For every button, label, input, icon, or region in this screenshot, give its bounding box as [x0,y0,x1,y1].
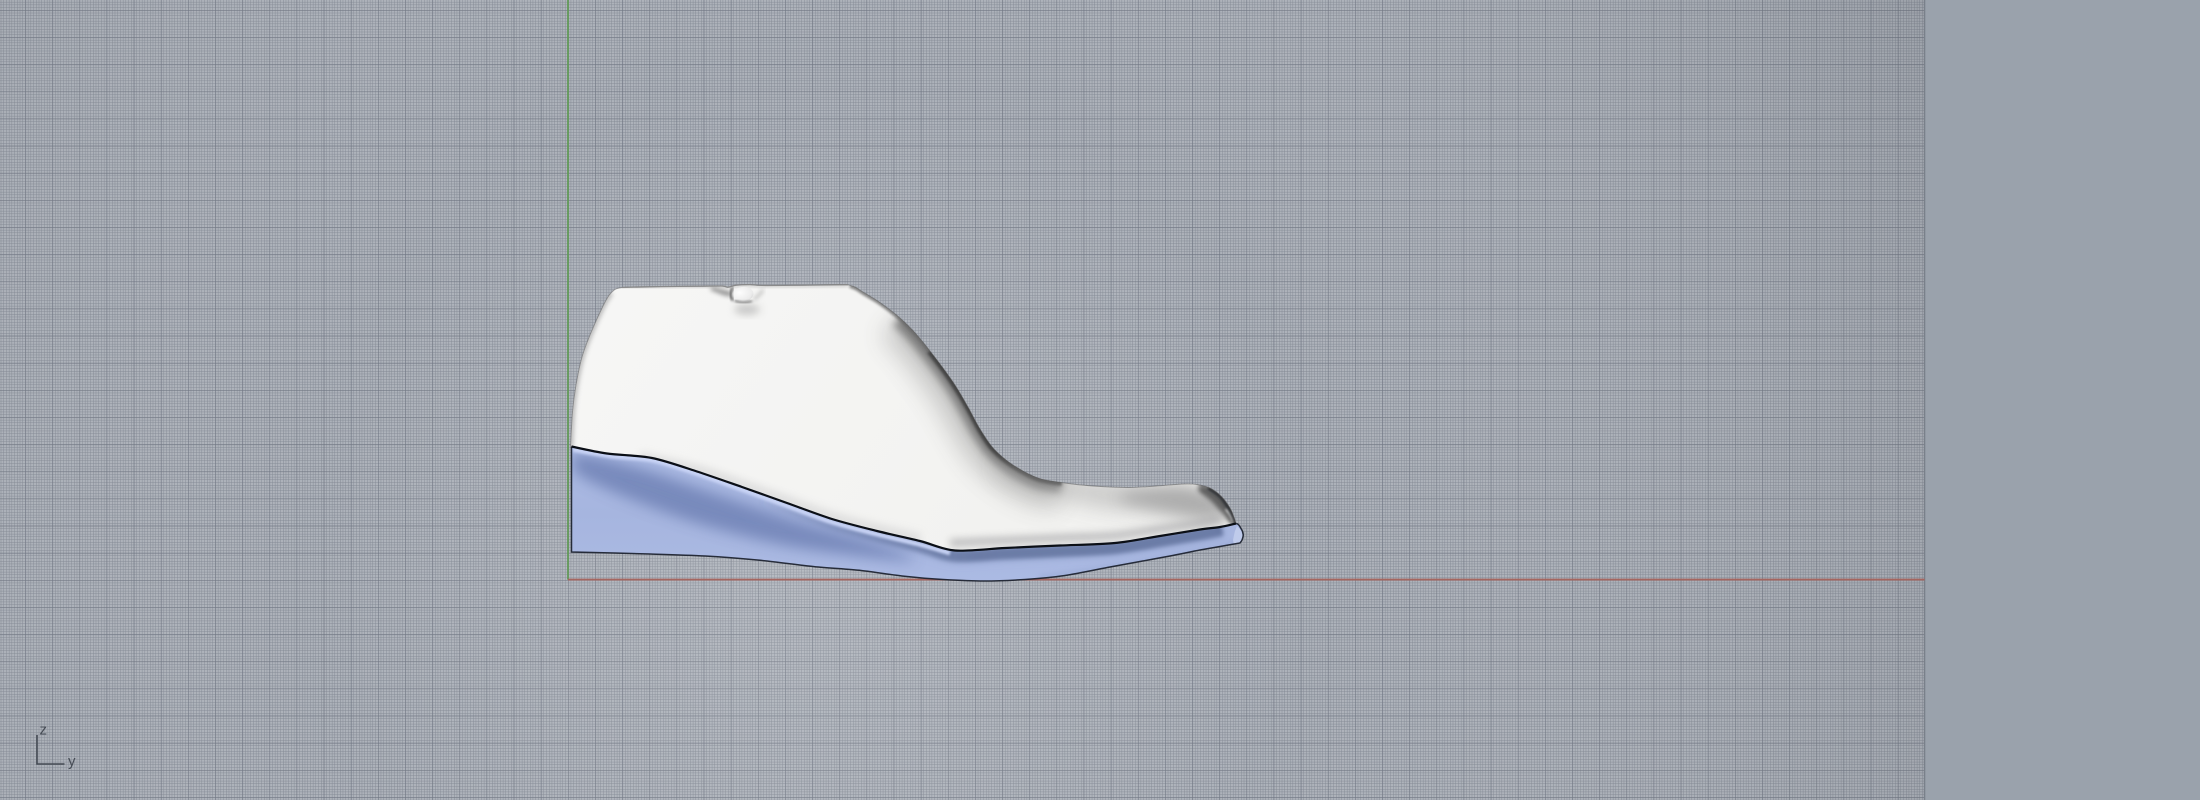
svg-text:z: z [40,722,48,739]
svg-text:y: y [68,753,76,770]
